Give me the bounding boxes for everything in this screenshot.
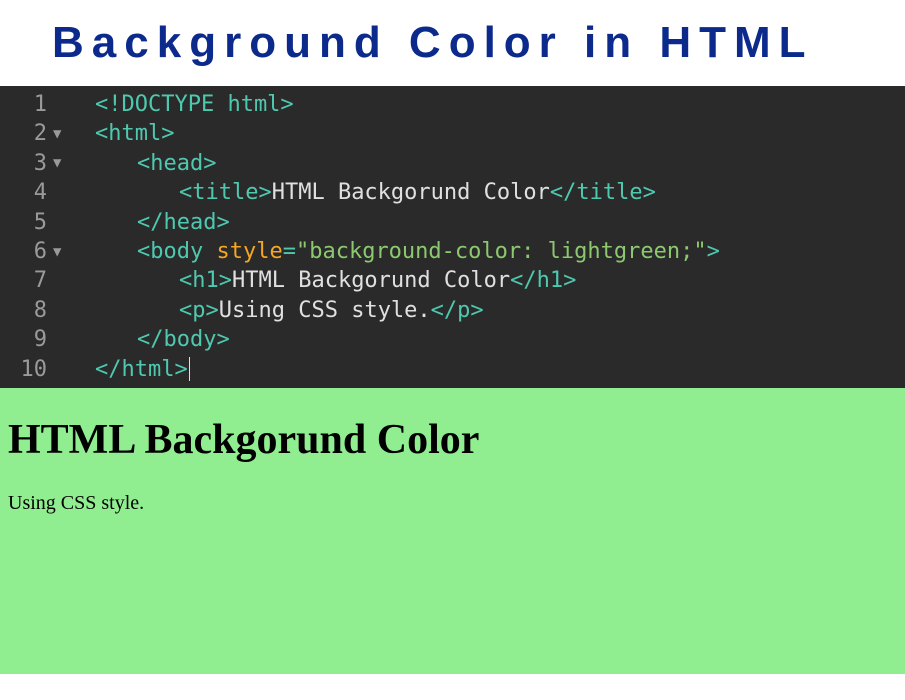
code-token: <p> xyxy=(179,296,219,325)
code-token: HTML Backgorund Color xyxy=(232,266,510,295)
code-token: "background-color: lightgreen;" xyxy=(296,237,707,266)
code-line[interactable]: </head> xyxy=(95,208,905,237)
line-number: 8 xyxy=(34,296,67,325)
preview-paragraph: Using CSS style. xyxy=(8,492,897,515)
code-token: style xyxy=(216,237,282,266)
code-line[interactable]: <title>HTML Backgorund Color</title> xyxy=(95,178,905,207)
code-token: </html> xyxy=(95,355,188,384)
fold-arrow-icon[interactable]: ▼ xyxy=(53,127,67,141)
line-number: 9 xyxy=(34,325,67,354)
fold-arrow-icon[interactable]: ▼ xyxy=(53,156,67,170)
line-number: 5 xyxy=(34,208,67,237)
code-token: </head> xyxy=(137,208,230,237)
text-cursor xyxy=(189,357,190,381)
code-token: </title> xyxy=(550,178,656,207)
page-title: Background Color in HTML xyxy=(0,0,905,86)
code-token: > xyxy=(707,237,720,266)
code-line[interactable]: </body> xyxy=(95,325,905,354)
rendered-preview: HTML Backgorund Color Using CSS style. xyxy=(0,388,905,674)
line-number: 3▼ xyxy=(34,149,67,178)
code-token: <body xyxy=(137,237,216,266)
line-number: 10 xyxy=(21,355,68,384)
code-line[interactable]: <body style="background-color: lightgree… xyxy=(95,237,905,266)
code-token: <html> xyxy=(95,119,174,148)
code-editor[interactable]: 12▼3▼456▼78910 <!DOCTYPE html><html><hea… xyxy=(0,86,905,388)
fold-arrow-icon[interactable]: ▼ xyxy=(53,245,67,259)
code-line[interactable]: <p>Using CSS style.</p> xyxy=(95,296,905,325)
code-token: <h1> xyxy=(179,266,232,295)
line-number: 2▼ xyxy=(34,119,67,148)
code-token: = xyxy=(283,237,296,266)
code-token: HTML Backgorund Color xyxy=(272,178,550,207)
code-line[interactable]: <html> xyxy=(95,119,905,148)
code-token: <head> xyxy=(137,149,216,178)
code-token: <title> xyxy=(179,178,272,207)
code-line[interactable]: <!DOCTYPE html> xyxy=(95,90,905,119)
line-number: 4 xyxy=(34,178,67,207)
line-number: 6▼ xyxy=(34,237,67,266)
code-line[interactable]: <head> xyxy=(95,149,905,178)
code-body[interactable]: <!DOCTYPE html><html><head><title>HTML B… xyxy=(75,90,905,384)
code-token: <!DOCTYPE html> xyxy=(95,90,294,119)
code-token: </p> xyxy=(431,296,484,325)
code-line[interactable]: </html> xyxy=(95,355,905,384)
preview-heading: HTML Backgorund Color xyxy=(8,416,897,464)
line-number: 7 xyxy=(34,266,67,295)
code-token: Using CSS style. xyxy=(219,296,431,325)
code-token: </body> xyxy=(137,325,230,354)
line-number: 1 xyxy=(34,90,67,119)
code-line[interactable]: <h1>HTML Backgorund Color</h1> xyxy=(95,266,905,295)
code-token: </h1> xyxy=(510,266,576,295)
line-number-gutter: 12▼3▼456▼78910 xyxy=(0,90,75,384)
